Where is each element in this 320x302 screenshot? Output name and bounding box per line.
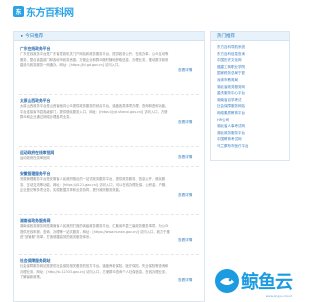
entry-detail-link[interactable]: 查看详情 [178,68,192,73]
sidebar-link[interactable]: 重庆服务中心平台 [217,90,289,97]
sidebar-link[interactable]: 国家税务总局宁夏 [217,70,289,77]
entry-detail-link[interactable]: 查看详情 [178,155,192,160]
watermark: 鲸鱼云 www.jingyu.cloud [214,267,293,298]
whale-icon [214,267,240,295]
site-logo[interactable]: 东 东方百科网 [13,3,74,19]
entry-detail-link[interactable]: 查看详情 [178,193,192,198]
entry-desc: 社会保障服务网站是提供社会保险相关服务的官方平台，涵盖养老保险、医疗保险、失业保… [20,264,169,279]
divider [19,166,199,167]
sidebar-header: 热门推荐 [211,32,289,41]
hot-recommend-sidebar: 热门推荐 东方百科导航系统 东方百科信息查询 中国历史文化网 福建工商职业学院 … [210,31,290,161]
entry-desc: 安徽管理服务平台是安徽省人民政府推出的一站式政务服务平台，提供政务服务、信息公开… [20,177,169,192]
divider [19,214,199,215]
divider [19,146,199,147]
entry-detail-link[interactable]: 查看详情 [178,238,192,243]
sidebar-list: 东方百科导航系统 东方百科信息查询 中国历史文化网 福建工商职业学院 国家税务总… [211,41,289,150]
entry-desc: 广东在线政务平台是广东省党政机关门户网站和政务服务平台，提供政务公开、在线办事、… [20,52,169,67]
sidebar-link[interactable]: 社会保障服务网站 [217,103,289,110]
arrow-icon: ▸ [21,34,24,39]
sidebar-link[interactable]: 中国教育考试网 [217,136,289,143]
recommendations-header: ▸ 今日推荐 [14,32,204,41]
recommendations-panel: ▸ 今日推荐 广东在线政务平台 广东在线政务平台是广东省党政机关门户网站和政务服务… [13,31,205,302]
sidebar-link[interactable]: 深圳市教育局 [217,77,289,84]
logo-text: 东方百科网 [26,7,74,19]
sidebar-link[interactable]: 东方百科导航系统 [217,44,289,51]
entry-desc: 太原山西政务平台是山西省面向公众提供政务服务的综合平台，涵盖各类事项办理、查询和… [20,104,169,119]
sidebar-link[interactable]: 湘北政务服务平台 [217,130,289,137]
sidebar-link[interactable]: HR公司 [217,117,289,124]
recommendations-title: 今日推荐 [25,34,44,39]
entry-desc: 湖南省政务服务网是湖南省人民政府打造的省级政务服务平台，汇聚省市县三级政务服务事… [20,224,170,239]
entry-detail-link[interactable]: 查看详情 [178,278,192,283]
entry-desc: 运动政府在线审批网 [20,156,50,160]
sidebar-link[interactable]: 福建工商职业学院 [217,64,289,71]
divider [19,254,199,255]
entry-detail-link[interactable]: 查看详情 [178,120,192,125]
divider [19,94,199,95]
watermark-sub: www.jingyu.cloud [265,294,292,298]
logo-icon: 东 [13,5,24,17]
sidebar-link[interactable]: 东方百科信息查询 [217,51,289,58]
watermark-text: 鲸鱼云 [241,272,293,293]
sidebar-link[interactable]: 网络素质教育平台 [217,110,289,117]
sidebar-link[interactable]: 湖北省政务服务网 [217,84,289,91]
sidebar-link[interactable]: 乌兰察布市医疗平台 [217,143,289,150]
sidebar-link[interactable]: 湖北省人事考试网 [217,123,289,130]
sidebar-link[interactable]: 湖南省自学考试 [217,97,289,104]
sidebar-link[interactable]: 中国历史文化网 [217,57,289,64]
sidebar-title: 热门推荐 [217,34,235,39]
